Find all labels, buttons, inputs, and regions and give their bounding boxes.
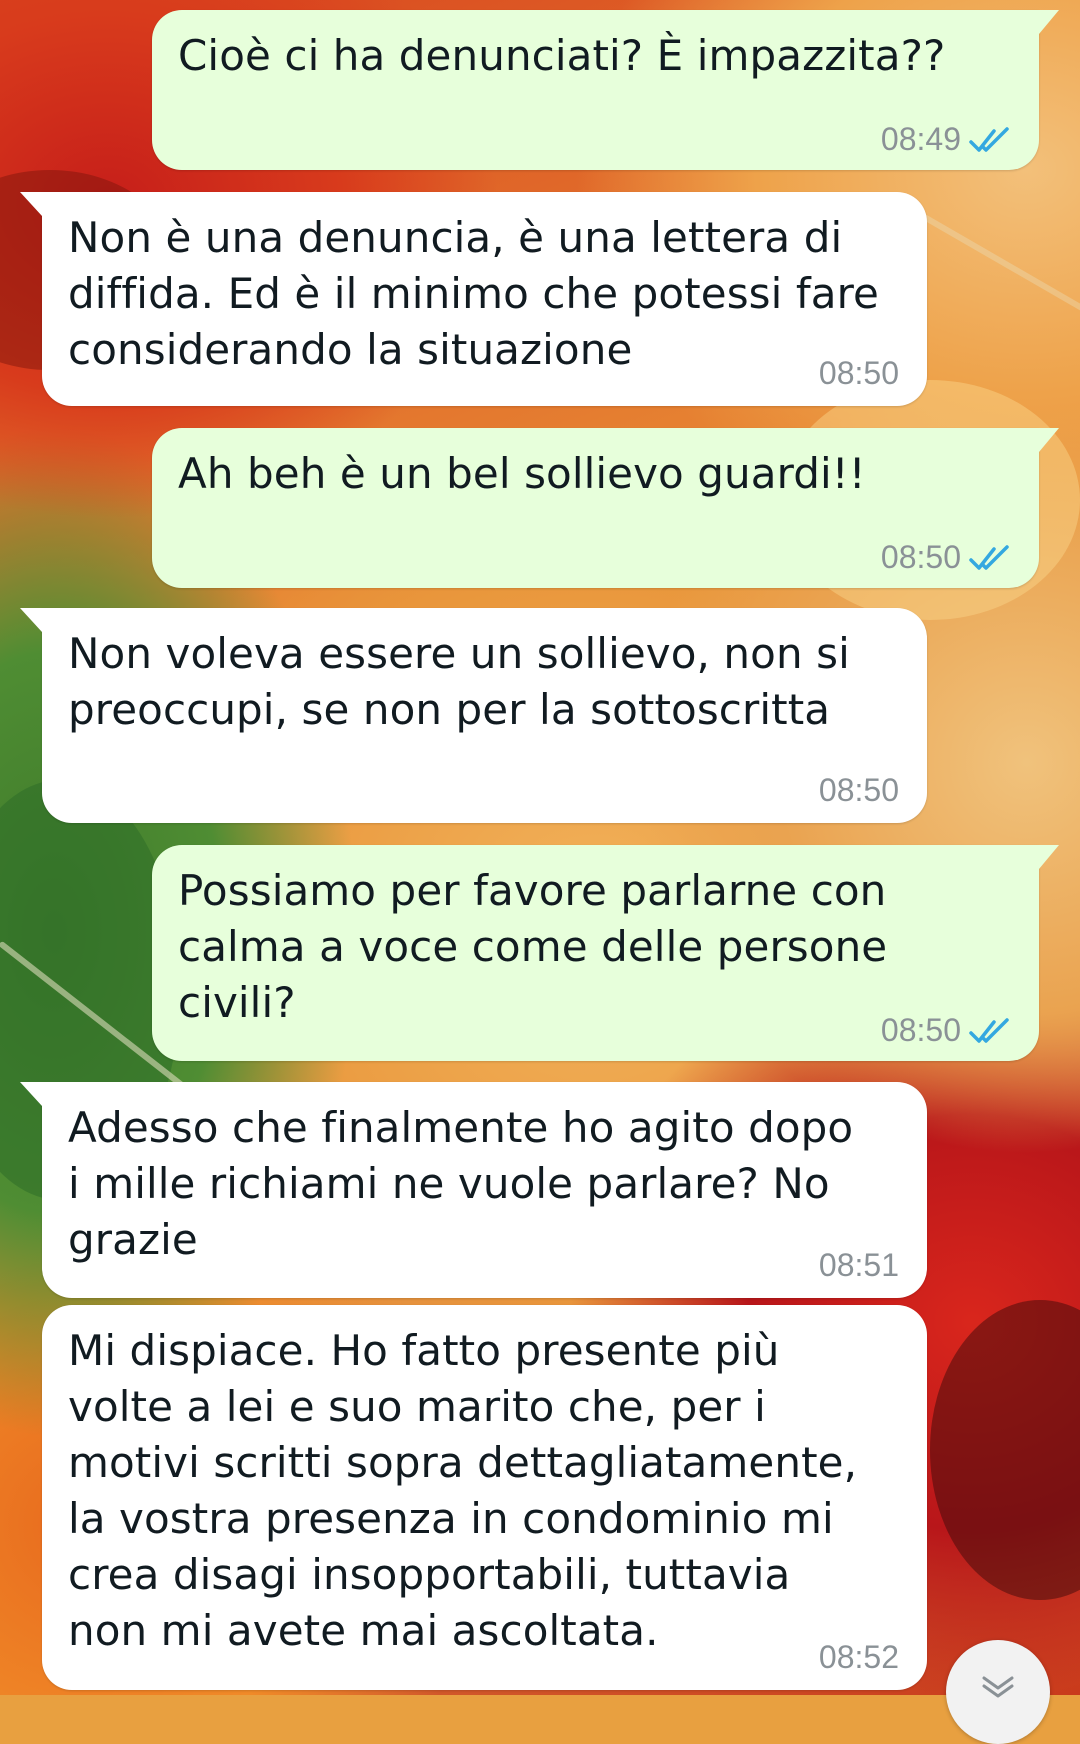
message-meta: 08:50 — [881, 1012, 1013, 1049]
incoming-message[interactable]: Mi dispiace. Ho fatto presente più volte… — [42, 1305, 927, 1690]
double-check-icon — [969, 125, 1013, 155]
message-meta: 08:51 — [819, 1247, 899, 1284]
double-check-icon — [969, 1016, 1013, 1046]
message-time: 08:50 — [881, 539, 961, 576]
message-meta: 08:50 — [881, 539, 1013, 576]
message-meta: 08:50 — [819, 355, 899, 392]
message-list[interactable]: Cioè ci ha denunciati? È impazzita?? 08:… — [0, 0, 1080, 1695]
message-text: Mi dispiace. Ho fatto presente più volte… — [68, 1323, 899, 1659]
message-meta: 08:49 — [881, 121, 1013, 158]
outgoing-message[interactable]: Possiamo per favore parlarne con calma a… — [152, 845, 1039, 1061]
message-text: Ah beh è un bel sollievo guardi!! — [178, 446, 1011, 502]
incoming-message[interactable]: Adesso che finalmente ho agito dopo i mi… — [42, 1082, 927, 1298]
incoming-message[interactable]: Non è una denuncia, è una lettera di dif… — [42, 192, 927, 406]
message-text: Possiamo per favore parlarne con calma a… — [178, 863, 1011, 1031]
message-text: Adesso che finalmente ho agito dopo i mi… — [68, 1100, 899, 1268]
message-time: 08:50 — [881, 1012, 961, 1049]
message-time: 08:52 — [819, 1639, 899, 1676]
message-text: Non voleva essere un sollievo, non si pr… — [68, 626, 899, 738]
message-time: 08:49 — [881, 121, 961, 158]
double-chevron-down-icon — [978, 1674, 1018, 1698]
outgoing-message[interactable]: Cioè ci ha denunciati? È impazzita?? 08:… — [152, 10, 1039, 170]
message-text: Non è una denuncia, è una lettera di dif… — [68, 210, 899, 378]
message-meta: 08:52 — [819, 1639, 899, 1676]
scroll-to-bottom-button[interactable] — [946, 1640, 1050, 1744]
incoming-message[interactable]: Non voleva essere un sollievo, non si pr… — [42, 608, 927, 823]
message-time: 08:50 — [819, 772, 899, 809]
message-text: Cioè ci ha denunciati? È impazzita?? — [178, 28, 1011, 84]
message-meta: 08:50 — [819, 772, 899, 809]
outgoing-message[interactable]: Ah beh è un bel sollievo guardi!! 08:50 — [152, 428, 1039, 588]
message-time: 08:51 — [819, 1247, 899, 1284]
double-check-icon — [969, 543, 1013, 573]
message-time: 08:50 — [819, 355, 899, 392]
